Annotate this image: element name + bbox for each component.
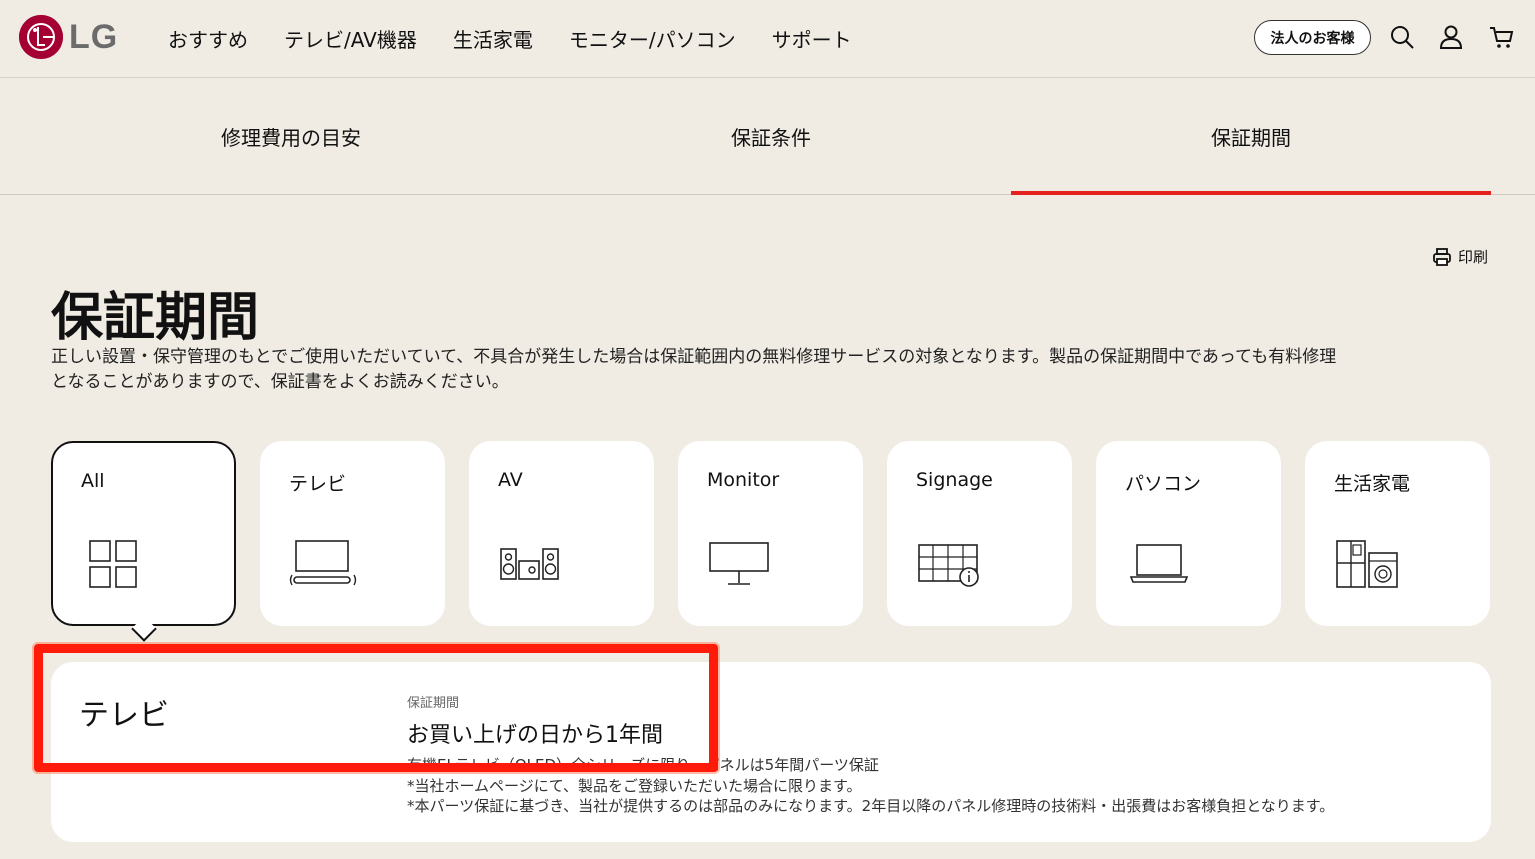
nav-item-support[interactable]: サポート [772,24,852,53]
logo-text: LG [69,17,119,56]
nav-item-appliances[interactable]: 生活家電 [453,24,533,53]
speaker-icon [500,548,559,580]
search-icon[interactable] [1389,24,1415,50]
cart-icon[interactable] [1489,24,1515,50]
page-title: 保証期間 [51,288,260,348]
account-icon[interactable] [1438,24,1464,50]
category-card-pc[interactable]: パソコン [1096,441,1281,626]
monitor-icon [709,542,769,585]
laptop-icon [1129,544,1189,583]
appliance-icon [1336,540,1398,588]
tv-icon [289,540,357,586]
print-label: 印刷 [1458,248,1489,266]
tab-warranty-terms[interactable]: 保証条件 [531,78,1011,195]
signage-icon [918,544,979,587]
tab-repair-cost[interactable]: 修理費用の目安 [51,78,531,195]
nav-item-tv-av[interactable]: テレビ/AV機器 [284,24,417,53]
lg-logo[interactable]: LG [19,15,118,59]
tab-warranty-period[interactable]: 保証期間 [1011,78,1491,195]
business-button[interactable]: 法人のお客様 [1254,20,1371,55]
printer-icon [1433,247,1451,266]
description-line-1: 正しい設置・保守管理のもとでご使用いただいていて、不具合が発生した場合は保証範囲… [51,347,1337,367]
page-description: 正しい設置・保守管理のもとでご使用いただいていて、不具合が発生した場合は保証範囲… [51,345,1491,395]
category-label: Monitor [707,469,780,491]
category-label: All [81,470,105,492]
grid-icon [89,540,137,588]
category-label: テレビ [289,473,347,495]
warranty-note: 有機ELテレビ（OLED）全シリーズに限り、パネルは5年間パーツ保証 [407,756,879,774]
category-card-av[interactable]: AV [469,441,654,626]
warranty-detail-panel: テレビ 保証期間 お買い上げの日から1年間 有機ELテレビ（OLED）全シリーズ… [51,662,1491,842]
category-card-all[interactable]: All [51,441,236,626]
category-card-monitor[interactable]: Monitor [678,441,863,626]
nav-item-monitor-pc[interactable]: モニター/パソコン [569,24,736,53]
lg-logo-mark [19,15,63,59]
tab-bar: 修理費用の目安 保証条件 保証期間 [0,78,1535,195]
warranty-note: *本パーツ保証に基づき、当社が提供するのは部品のみになります。2年目以降のパネル… [407,797,1335,815]
product-name: テレビ [79,698,169,733]
category-label: AV [498,469,523,491]
period-value: お買い上げの日から1年間 [407,723,663,748]
category-label: 生活家電 [1334,473,1411,495]
nav-item-recommend[interactable]: おすすめ [168,24,248,53]
period-label: 保証期間 [407,696,460,711]
description-line-2: となることがありますので、保証書をよくお読みください。 [51,372,509,392]
category-label: パソコン [1125,473,1202,495]
category-label: Signage [916,469,993,491]
main-nav: おすすめ テレビ/AV機器 生活家電 モニター/パソコン サポート [168,24,888,53]
print-button[interactable]: 印刷 [1432,246,1488,267]
category-card-signage[interactable]: Signage [887,441,1072,626]
warranty-note: *当社ホームページにて、製品をご登録いただいた場合に限ります。 [407,777,862,795]
site-header: LG おすすめ テレビ/AV機器 生活家電 モニター/パソコン サポート 法人の… [0,0,1535,78]
category-card-tv[interactable]: テレビ [260,441,445,626]
category-card-appliances[interactable]: 生活家電 [1305,441,1490,626]
